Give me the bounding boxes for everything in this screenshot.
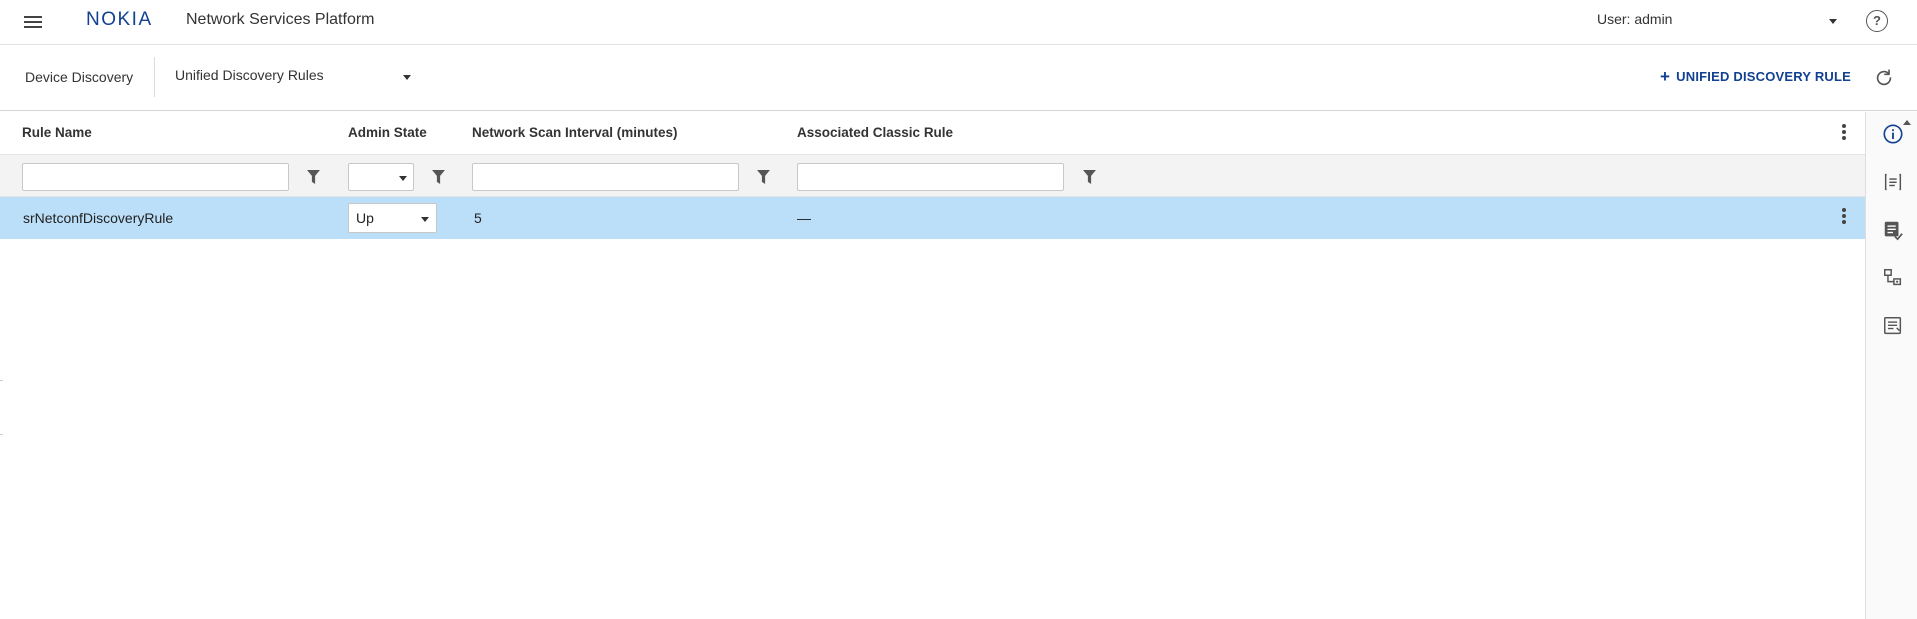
more-vertical-icon[interactable]	[1840, 208, 1848, 228]
cell-classic-rule: —	[797, 210, 811, 226]
filter-row	[0, 155, 1865, 197]
user-label: User: admin	[1597, 11, 1673, 27]
rule-name-filter-input[interactable]	[22, 163, 289, 191]
rules-table: Rule Name Admin State Network Scan Inter…	[0, 112, 1865, 619]
cell-rule-name: srNetconfDiscoveryRule	[23, 210, 174, 226]
app-header: NOKIA Network Services Platform User: ad…	[0, 0, 1917, 45]
notes-icon[interactable]	[1882, 315, 1904, 337]
list-details-icon[interactable]	[1882, 171, 1904, 193]
side-panel	[1865, 112, 1917, 619]
chevron-down-icon	[403, 75, 411, 80]
nokia-logo: NOKIA	[86, 9, 153, 30]
admin-state-value: Up	[356, 210, 374, 226]
toolbar-divider	[154, 57, 155, 97]
resize-handle[interactable]	[0, 380, 3, 435]
chevron-down-icon	[421, 217, 429, 222]
table-header: Rule Name Admin State Network Scan Inter…	[0, 112, 1865, 155]
scroll-up-arrow-icon[interactable]	[1903, 120, 1911, 125]
chevron-down-icon	[399, 176, 407, 181]
hierarchy-icon[interactable]	[1882, 267, 1904, 289]
info-icon[interactable]	[1882, 123, 1904, 145]
admin-state-select[interactable]: Up	[348, 203, 437, 233]
add-unified-discovery-rule-button[interactable]: + UNIFIED DISCOVERY RULE	[1660, 67, 1851, 89]
table-row[interactable]: srNetconfDiscoveryRule Up 5 —	[0, 197, 1865, 239]
app-title: Network Services Platform	[186, 11, 375, 28]
funnel-icon[interactable]	[432, 170, 445, 184]
classic-rule-filter-input[interactable]	[797, 163, 1064, 191]
chevron-down-icon	[1829, 19, 1837, 24]
scan-interval-filter-input[interactable]	[472, 163, 739, 191]
view-dropdown[interactable]: Unified Discovery Rules	[175, 67, 415, 89]
column-header-admin-state[interactable]: Admin State	[348, 125, 427, 140]
column-header-rule-name[interactable]: Rule Name	[22, 125, 92, 140]
funnel-icon[interactable]	[307, 170, 320, 184]
funnel-icon[interactable]	[757, 170, 770, 184]
view-dropdown-value: Unified Discovery Rules	[175, 67, 324, 83]
checklist-icon[interactable]	[1882, 219, 1904, 241]
column-header-scan-interval[interactable]: Network Scan Interval (minutes)	[472, 125, 678, 140]
hamburger-menu-icon[interactable]	[22, 13, 44, 31]
cell-scan-interval: 5	[474, 210, 482, 226]
funnel-icon[interactable]	[1083, 170, 1096, 184]
admin-state-filter-select[interactable]	[348, 163, 414, 191]
plus-icon: +	[1660, 67, 1671, 86]
add-button-label: UNIFIED DISCOVERY RULE	[1676, 69, 1852, 84]
help-circle-icon[interactable]: ?	[1866, 10, 1888, 32]
refresh-icon[interactable]	[1873, 67, 1895, 89]
more-vertical-icon[interactable]	[1840, 124, 1848, 144]
column-header-classic-rule[interactable]: Associated Classic Rule	[797, 125, 953, 140]
user-dropdown[interactable]: User: admin	[1597, 11, 1839, 33]
page-toolbar: Device Discovery Unified Discovery Rules…	[0, 45, 1917, 111]
breadcrumb-device-discovery[interactable]: Device Discovery	[25, 69, 133, 85]
